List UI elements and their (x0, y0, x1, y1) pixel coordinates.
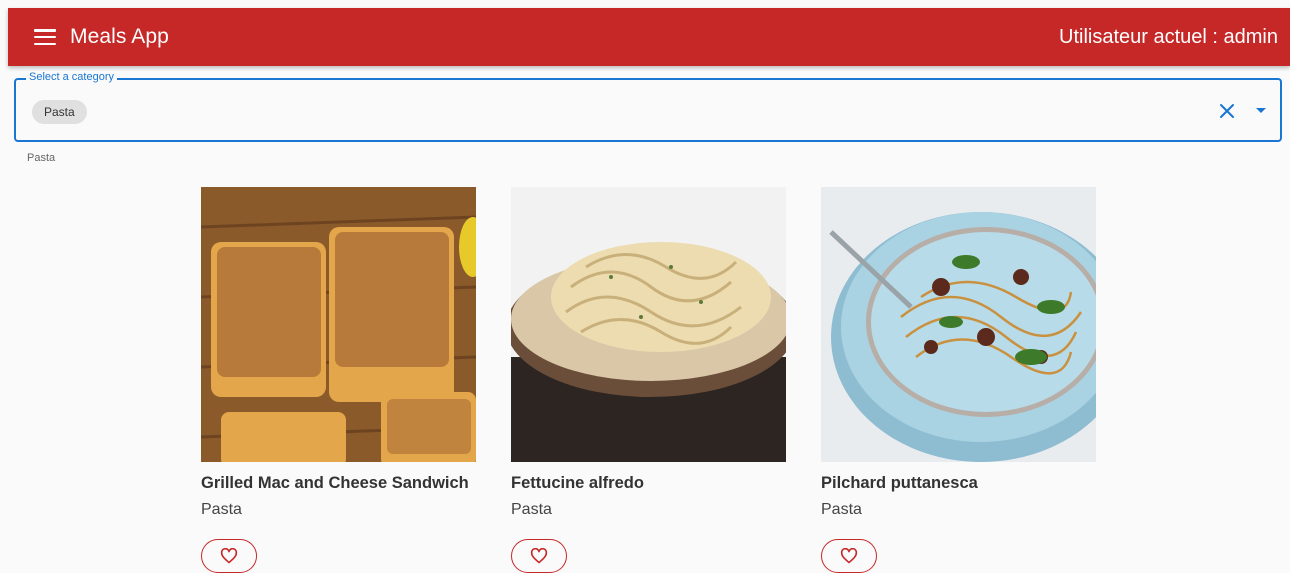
meal-card[interactable]: Fettucine alfredo Pasta (511, 187, 801, 573)
meal-category: Pasta (821, 501, 862, 518)
close-icon[interactable] (1218, 102, 1236, 120)
meal-image-fettucine-alfredo[interactable] (511, 187, 786, 462)
heart-outline-icon (220, 548, 238, 564)
app-title: Meals App (70, 25, 169, 48)
app-bar: Meals App Utilisateur actuel : admin (8, 8, 1290, 66)
current-user-label: Utilisateur actuel : admin (1059, 25, 1278, 48)
meal-card[interactable]: Pilchard puttanesca Pasta (821, 187, 1111, 573)
meal-title: Fettucine alfredo (511, 474, 644, 492)
app-bar-left: Meals App (34, 25, 169, 49)
favorite-button[interactable] (511, 539, 567, 573)
arrow-drop-down-icon[interactable] (1256, 108, 1266, 113)
category-helper-text: Pasta (27, 152, 56, 164)
favorite-button[interactable] (201, 539, 257, 573)
category-select-label: Select a category (26, 71, 117, 83)
meal-category: Pasta (201, 501, 242, 518)
meal-title: Pilchard puttanesca (821, 474, 978, 492)
favorite-button[interactable] (821, 539, 877, 573)
meal-card[interactable]: Grilled Mac and Cheese Sandwich Pasta (201, 187, 491, 573)
meal-title: Grilled Mac and Cheese Sandwich (201, 474, 469, 492)
heart-outline-icon (530, 548, 548, 564)
category-chip[interactable]: Pasta (32, 100, 87, 124)
meal-image-pilchard-puttanesca[interactable] (821, 187, 1096, 462)
category-select[interactable]: Select a category Pasta (14, 71, 1282, 142)
meal-category: Pasta (511, 501, 552, 518)
meal-image-grilled-mac-sandwich[interactable] (201, 187, 476, 462)
menu-icon[interactable] (34, 29, 56, 45)
heart-outline-icon (840, 548, 858, 564)
